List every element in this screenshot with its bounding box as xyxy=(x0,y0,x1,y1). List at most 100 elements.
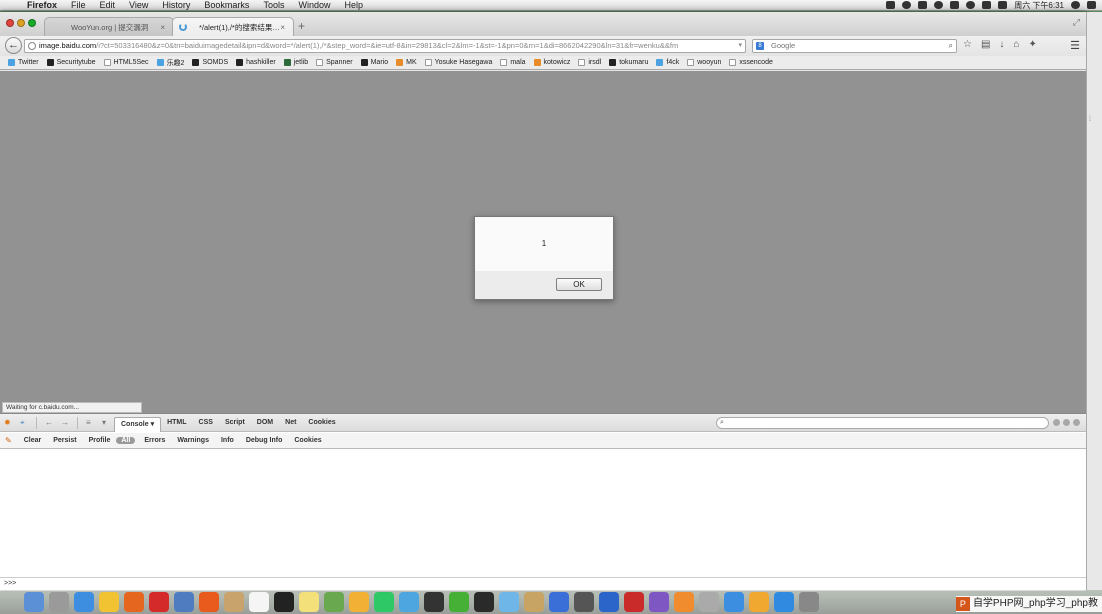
search-bar[interactable]: 8 Google ⌕ xyxy=(752,39,957,53)
url-history-dropdown-icon[interactable]: ▾ xyxy=(738,40,742,52)
bookmark-item[interactable]: tokumaru xyxy=(609,59,648,66)
itunes-icon[interactable] xyxy=(724,592,744,612)
quicktime-icon[interactable] xyxy=(549,592,569,612)
search-engine-icon[interactable]: 8 xyxy=(756,42,764,50)
menu-history[interactable]: History xyxy=(155,0,197,10)
menu-edit[interactable]: Edit xyxy=(93,0,123,10)
bookmark-star-icon[interactable]: ☆ xyxy=(963,39,972,50)
bookmark-item[interactable]: HTML5Sec xyxy=(103,59,149,66)
bookmark-item[interactable]: Spanner xyxy=(316,59,353,66)
firebug-toggle-icon[interactable]: ✦ xyxy=(1028,39,1036,50)
site-identity-icon[interactable] xyxy=(28,42,36,50)
new-tab-button[interactable]: + xyxy=(298,19,305,33)
console-clear-icon[interactable]: ✎ xyxy=(5,436,12,445)
filter-warnings[interactable]: Warnings xyxy=(171,437,215,444)
filter-info[interactable]: Info xyxy=(215,437,240,444)
console-dropdown-icon[interactable]: ▾ xyxy=(151,421,155,428)
tab-css[interactable]: CSS xyxy=(193,419,219,426)
tray-monitor-icon[interactable] xyxy=(918,1,928,9)
fullscreen-icon[interactable]: ⤢ xyxy=(1073,17,1080,28)
panel-list-icon[interactable]: ≡ xyxy=(86,418,98,428)
opera-icon[interactable] xyxy=(149,592,169,612)
app-store-icon[interactable] xyxy=(774,592,794,612)
menu-hamburger-icon[interactable]: ☰ xyxy=(1070,39,1080,52)
line-icon[interactable] xyxy=(374,592,394,612)
bookmark-item[interactable]: 乐趣2 xyxy=(156,58,184,68)
panel-menu-icon[interactable]: ▾ xyxy=(102,418,114,428)
firebug-bug-icon[interactable]: ✹ xyxy=(4,418,16,428)
calendar-icon[interactable] xyxy=(249,592,269,612)
menu-view[interactable]: View xyxy=(122,0,155,10)
menu-help[interactable]: Help xyxy=(337,0,370,10)
xiami-icon[interactable] xyxy=(199,592,219,612)
url-bar[interactable]: image.baidu.com/i?ct=503316480&z=0&tn=ba… xyxy=(24,39,746,53)
tab-wooyun[interactable]: WooYun.org | 提交漏洞 × xyxy=(44,17,174,36)
home-icon[interactable]: ⌂ xyxy=(1013,39,1019,50)
bookmark-item[interactable]: SOMDS xyxy=(192,59,228,66)
window-zoom-button[interactable] xyxy=(28,19,36,27)
firebug-detach-button[interactable] xyxy=(1063,419,1070,426)
activity-monitor-icon[interactable] xyxy=(474,592,494,612)
ok-button[interactable]: OK xyxy=(556,278,602,291)
filter-cookies[interactable]: Cookies xyxy=(288,437,327,444)
tab-close-icon[interactable]: × xyxy=(280,23,285,32)
bookmark-item[interactable]: Twitter xyxy=(8,59,39,66)
bookmark-item[interactable]: Mario xyxy=(360,59,388,66)
menu-bookmarks[interactable]: Bookmarks xyxy=(197,0,256,10)
wechat-icon[interactable] xyxy=(449,592,469,612)
tab-cookies[interactable]: Cookies xyxy=(302,419,341,426)
firebug-close-button[interactable] xyxy=(1073,419,1080,426)
bookmark-item[interactable]: irsdl xyxy=(578,59,601,66)
app-icon[interactable] xyxy=(324,592,344,612)
bookmark-item[interactable]: kotowicz xyxy=(533,59,570,66)
downloads-icon[interactable]: ↓ xyxy=(999,39,1004,50)
app-icon[interactable] xyxy=(649,592,669,612)
tray-app-icon[interactable] xyxy=(886,1,896,9)
tab-net[interactable]: Net xyxy=(279,419,302,426)
menu-tools[interactable]: Tools xyxy=(256,0,291,10)
menu-window[interactable]: Window xyxy=(291,0,337,10)
bookmark-item[interactable]: MK xyxy=(396,59,417,66)
system-preferences-icon[interactable] xyxy=(799,592,819,612)
bluetooth-icon[interactable] xyxy=(950,1,960,9)
clear-button[interactable]: Clear xyxy=(18,437,48,444)
bookmark-item[interactable]: xssencode xyxy=(729,59,773,66)
chrome-icon[interactable] xyxy=(99,592,119,612)
volume-icon[interactable] xyxy=(998,1,1008,9)
app-icon[interactable] xyxy=(524,592,544,612)
console-command-line[interactable]: >>> xyxy=(0,577,1086,591)
firebug-minimize-button[interactable] xyxy=(1053,419,1060,426)
window-close-button[interactable] xyxy=(6,19,14,27)
filter-errors[interactable]: Errors xyxy=(138,437,171,444)
bookmark-item[interactable]: hashkiller xyxy=(236,59,276,66)
bookmark-item[interactable]: wooyun xyxy=(687,59,721,66)
app-icon[interactable] xyxy=(599,592,619,612)
menubar-clock[interactable]: 周六 下午6:31 xyxy=(1014,0,1064,11)
bookmark-item[interactable]: Yosuke Hasegawa xyxy=(424,59,492,66)
back-arrow-icon[interactable]: ← xyxy=(45,418,57,428)
filter-all[interactable]: All xyxy=(116,437,136,444)
tab-html[interactable]: HTML xyxy=(161,419,192,426)
app-icon[interactable] xyxy=(174,592,194,612)
app-icon[interactable] xyxy=(674,592,694,612)
app-icon[interactable] xyxy=(399,592,419,612)
search-icon[interactable]: ⌕ xyxy=(949,40,953,52)
firefox-icon[interactable] xyxy=(124,592,144,612)
firebug-search-input[interactable]: ⌕ xyxy=(716,417,1049,429)
app-icon[interactable] xyxy=(499,592,519,612)
forward-arrow-icon[interactable]: → xyxy=(61,418,73,428)
profile-button[interactable]: Profile xyxy=(83,437,117,444)
terminal-icon[interactable] xyxy=(274,592,294,612)
tray-sync-icon[interactable] xyxy=(902,1,912,9)
app-icon[interactable] xyxy=(624,592,644,612)
menu-app-firefox[interactable]: Firefox xyxy=(20,0,64,10)
wifi-icon[interactable] xyxy=(966,1,976,9)
bookmark-item[interactable]: Securitytube xyxy=(46,59,96,66)
tab-dom[interactable]: DOM xyxy=(251,419,279,426)
tab-script[interactable]: Script xyxy=(219,419,251,426)
notes-icon[interactable] xyxy=(299,592,319,612)
bookmarks-list-icon[interactable]: ▤ xyxy=(981,39,990,50)
back-button[interactable]: ← xyxy=(5,37,22,54)
app-icon[interactable] xyxy=(699,592,719,612)
qq-icon[interactable] xyxy=(424,592,444,612)
